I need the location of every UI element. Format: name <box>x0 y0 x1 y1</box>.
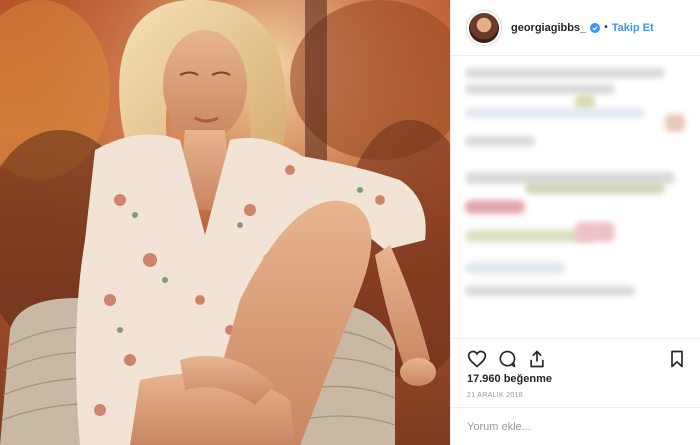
header-separator: • <box>604 22 608 33</box>
action-bar <box>451 338 700 378</box>
post-header: georgiagibbs_ • Takip Et <box>451 0 700 56</box>
avatar[interactable] <box>467 10 501 45</box>
photo-illustration <box>0 0 450 445</box>
heart-icon[interactable] <box>467 349 487 369</box>
share-icon[interactable] <box>527 349 547 369</box>
verified-badge-icon <box>590 22 601 33</box>
post-date[interactable]: 21 ARALIK 2018 <box>467 392 523 399</box>
post-sidebar: georgiagibbs_ • Takip Et 17.960 beğenme … <box>450 0 700 445</box>
blurred-comments <box>465 62 691 332</box>
comment-input[interactable] <box>467 420 677 433</box>
bookmark-icon[interactable] <box>667 349 687 369</box>
username-link[interactable]: georgiagibbs_ <box>511 22 586 34</box>
instagram-post: georgiagibbs_ • Takip Et 17.960 beğenme … <box>0 0 700 445</box>
follow-button[interactable]: Takip Et <box>612 22 654 34</box>
likes-count[interactable]: 17.960 beğenme <box>467 373 552 385</box>
post-photo[interactable] <box>0 0 450 445</box>
comment-box <box>451 407 700 445</box>
comment-icon[interactable] <box>497 349 517 369</box>
